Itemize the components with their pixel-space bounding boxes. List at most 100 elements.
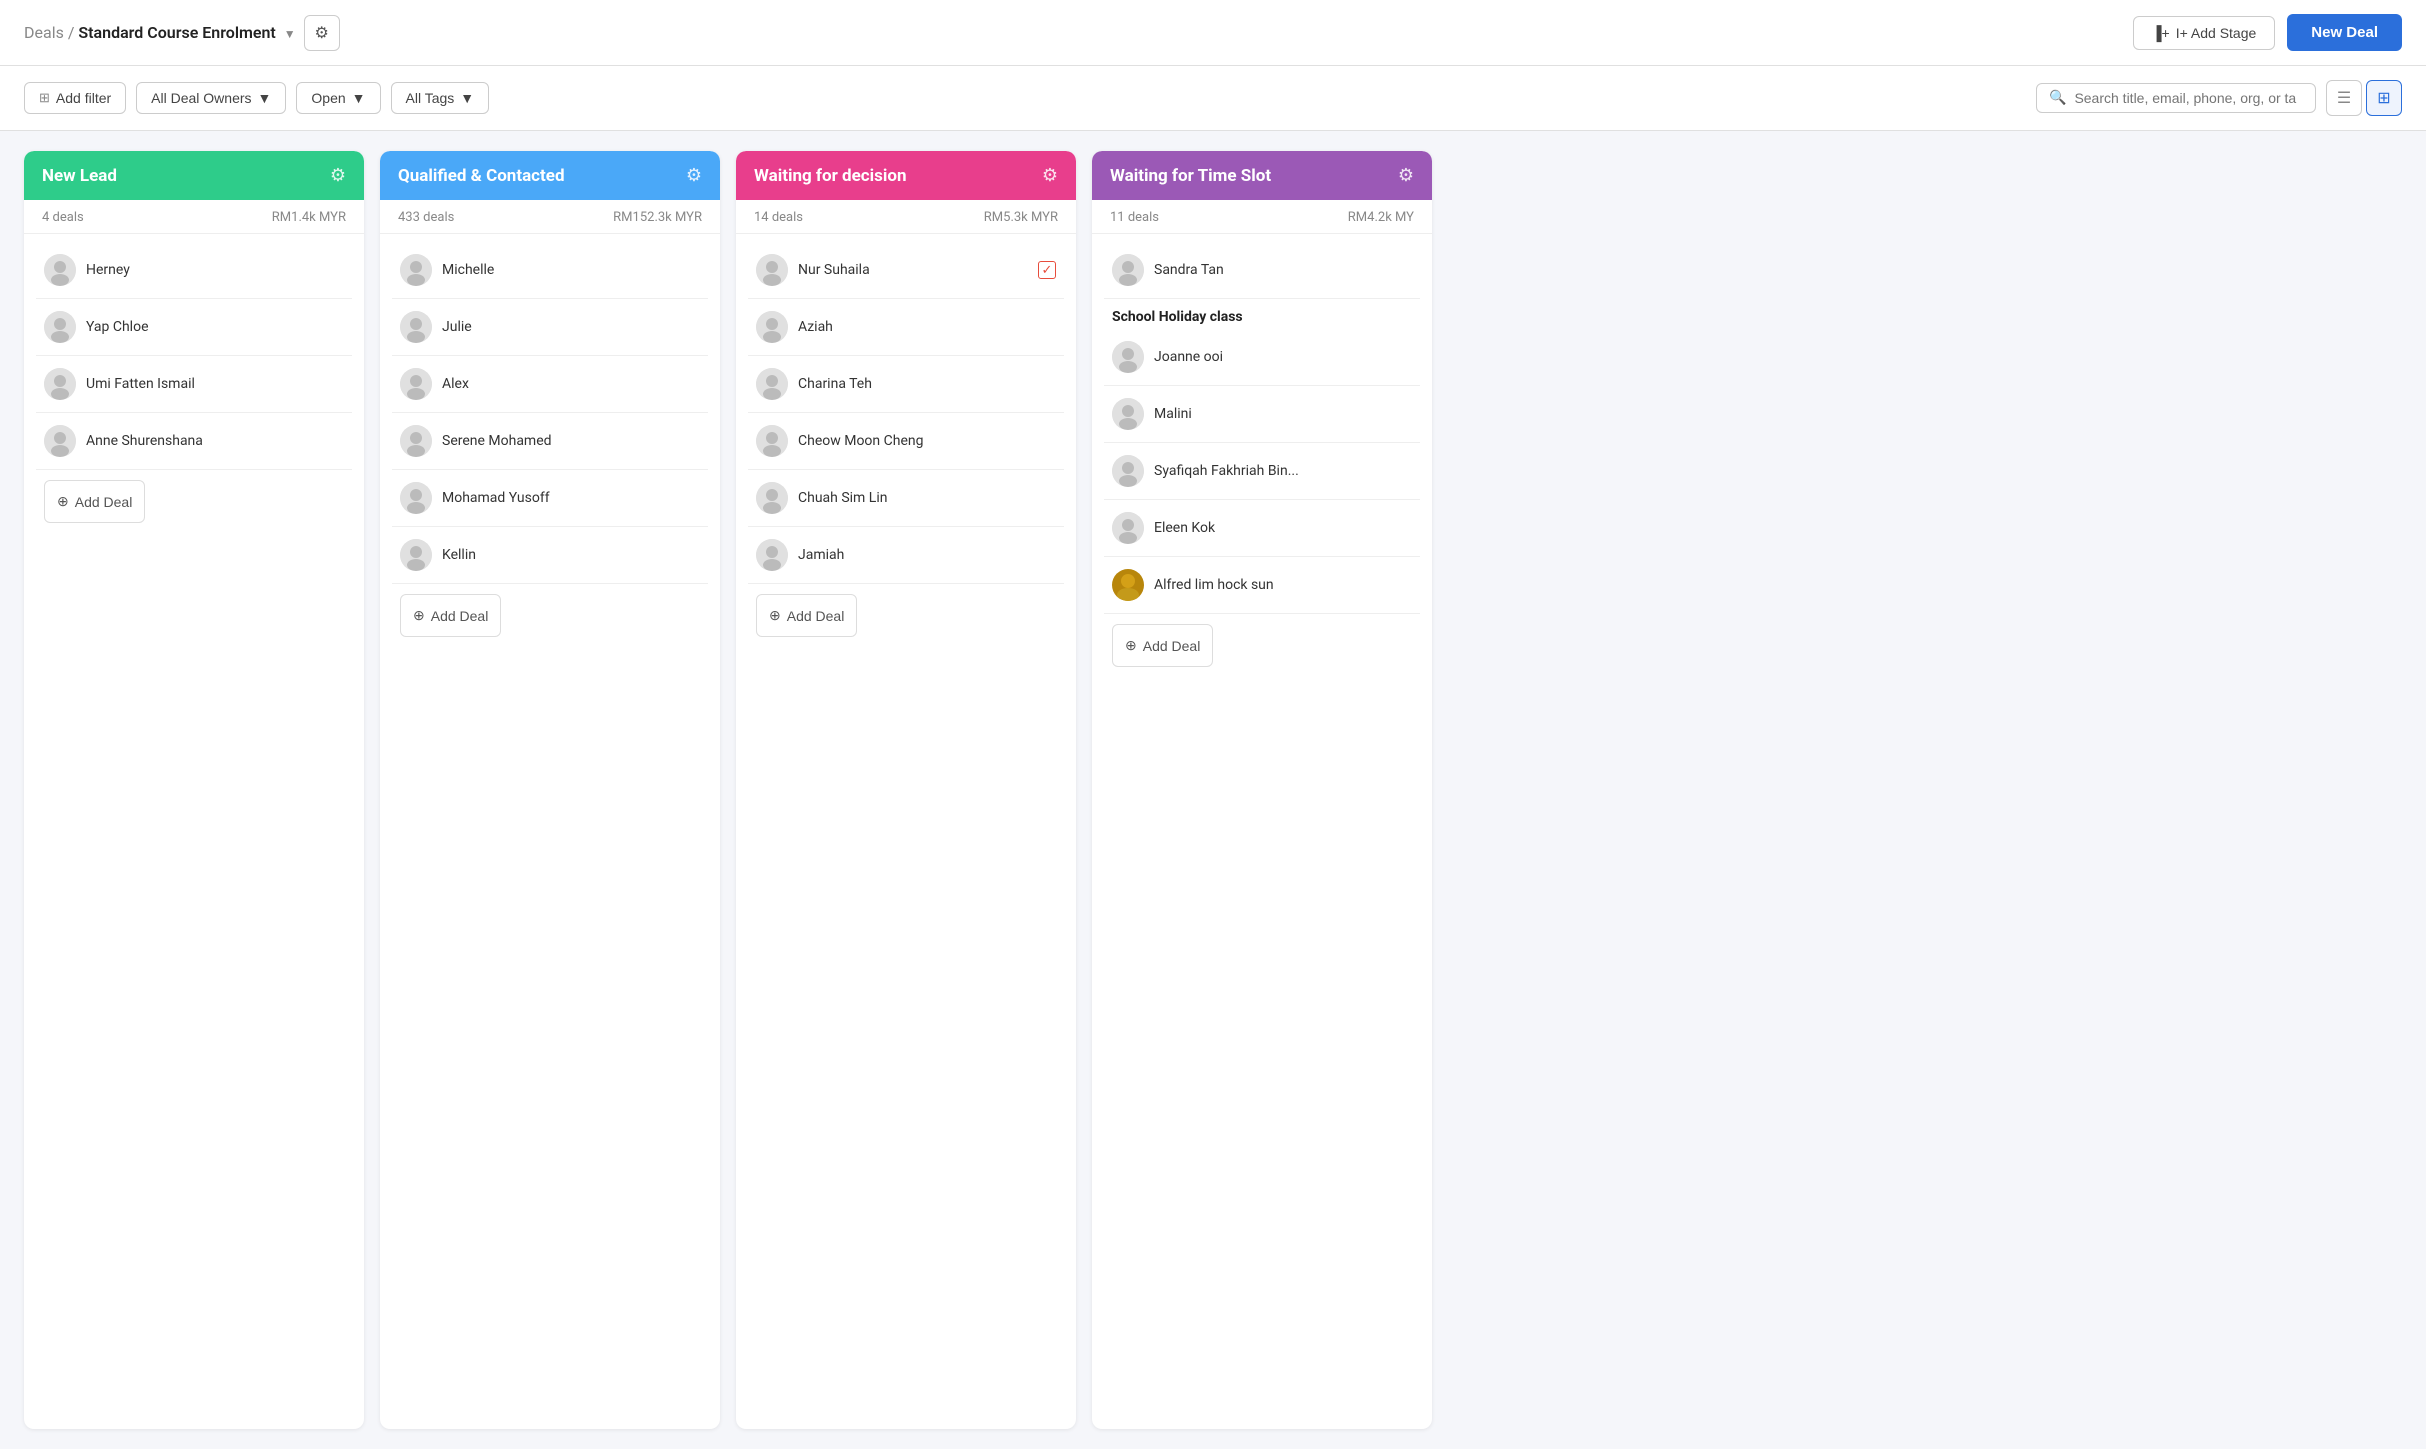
deal-name: Yap Chloe <box>86 319 344 335</box>
avatar <box>400 254 432 286</box>
deal-name: Charina Teh <box>798 376 1056 392</box>
new-deal-button[interactable]: New Deal <box>2287 14 2402 51</box>
avatar <box>44 425 76 457</box>
top-bar: Deals / Standard Course Enrolment ▼ ⚙ ▐+… <box>0 0 2426 66</box>
column-title: New Lead <box>42 166 117 186</box>
deal-card[interactable]: Alfred lim hock sun <box>1104 557 1420 614</box>
add-deal-button[interactable]: ⊕ Add Deal <box>44 480 145 523</box>
deal-card[interactable]: Joanne ooi <box>1104 329 1420 386</box>
avatar <box>756 482 788 514</box>
column-gear-icon[interactable]: ⚙ <box>1398 165 1414 186</box>
avatar <box>400 539 432 571</box>
view-toggle: ☰ ⊞ <box>2326 80 2402 116</box>
column-body-qualified-contacted: Michelle Julie Alex Serene Mohamed Mohamad Y… <box>380 234 720 1429</box>
breadcrumb-area: Deals / Standard Course Enrolment ▼ ⚙ <box>24 15 340 51</box>
column-stats-waiting-decision: 14 deals RM5.3k MYR <box>736 200 1076 234</box>
avatar <box>1112 569 1144 601</box>
status-dropdown-icon: ▼ <box>352 90 366 106</box>
add-deal-button[interactable]: ⊕ Add Deal <box>1112 624 1213 667</box>
deal-card[interactable]: Serene Mohamed <box>392 413 708 470</box>
add-deal-icon: ⊕ <box>57 493 69 510</box>
column-body-waiting-decision: Nur Suhaila✓ Aziah Charina Teh Cheow Moon C… <box>736 234 1076 1429</box>
column-gear-icon[interactable]: ⚙ <box>1042 165 1058 186</box>
avatar <box>44 368 76 400</box>
deal-name: Cheow Moon Cheng <box>798 433 1056 449</box>
avatar <box>400 311 432 343</box>
add-deal-button[interactable]: ⊕ Add Deal <box>756 594 857 637</box>
add-filter-button[interactable]: ⊞ Add filter <box>24 82 126 114</box>
deal-card[interactable]: Cheow Moon Cheng <box>748 413 1064 470</box>
add-stage-icon: ▐+ <box>2152 25 2170 41</box>
column-stats-new-lead: 4 deals RM1.4k MYR <box>24 200 364 234</box>
deal-name: Malini <box>1154 406 1412 422</box>
avatar <box>1112 455 1144 487</box>
deal-name: Jamiah <box>798 547 1056 563</box>
deal-name: Serene Mohamed <box>442 433 700 449</box>
deal-card[interactable]: Kellin <box>392 527 708 584</box>
deals-count: 14 deals <box>754 210 803 225</box>
deal-card[interactable]: Syafiqah Fakhriah Bin... <box>1104 443 1420 500</box>
board: New Lead ⚙ 4 deals RM1.4k MYR Herney Yap … <box>0 131 2426 1449</box>
deal-card[interactable]: Herney <box>36 242 352 299</box>
avatar <box>1112 341 1144 373</box>
deal-name: Anne Shurenshana <box>86 433 344 449</box>
deal-card[interactable]: Chuah Sim Lin <box>748 470 1064 527</box>
breadcrumb-prefix: Deals <box>24 23 64 42</box>
filter-icon: ⊞ <box>39 90 50 106</box>
deal-card[interactable]: Umi Fatten Ismail <box>36 356 352 413</box>
search-icon: 🔍 <box>2049 90 2066 106</box>
deal-card[interactable]: Julie <box>392 299 708 356</box>
column-stats-qualified-contacted: 433 deals RM152.3k MYR <box>380 200 720 234</box>
deal-card[interactable]: Aziah <box>748 299 1064 356</box>
avatar <box>400 368 432 400</box>
column-gear-icon[interactable]: ⚙ <box>330 165 346 186</box>
deal-card[interactable]: Sandra Tan <box>1104 242 1420 299</box>
search-box: 🔍 <box>2036 83 2316 113</box>
deal-name: Alfred lim hock sun <box>1154 577 1412 593</box>
add-deal-icon: ⊕ <box>413 607 425 624</box>
breadcrumb-title[interactable]: Standard Course Enrolment <box>78 23 275 42</box>
deal-name: Chuah Sim Lin <box>798 490 1056 506</box>
add-stage-label: I+ Add Stage <box>2176 25 2257 41</box>
avatar <box>756 368 788 400</box>
deal-name: Kellin <box>442 547 700 563</box>
column-header-qualified-contacted: Qualified & Contacted ⚙ <box>380 151 720 200</box>
search-input[interactable] <box>2074 90 2303 106</box>
deal-card[interactable]: Anne Shurenshana <box>36 413 352 470</box>
status-filter[interactable]: Open ▼ <box>296 82 380 114</box>
deal-card[interactable]: Alex <box>392 356 708 413</box>
deal-card[interactable]: Mohamad Yusoff <box>392 470 708 527</box>
column-header-new-lead: New Lead ⚙ <box>24 151 364 200</box>
tags-filter[interactable]: All Tags ▼ <box>391 82 490 114</box>
owner-filter-label: All Deal Owners <box>151 90 251 106</box>
deals-value: RM152.3k MYR <box>613 210 702 225</box>
breadcrumb: Deals / Standard Course Enrolment ▼ <box>24 23 296 42</box>
deal-owners-filter[interactable]: All Deal Owners ▼ <box>136 82 286 114</box>
column-qualified-contacted: Qualified & Contacted ⚙ 433 deals RM152.… <box>380 151 720 1429</box>
settings-button[interactable]: ⚙ <box>304 15 340 51</box>
deal-checkbox[interactable]: ✓ <box>1038 261 1056 279</box>
deal-name: Michelle <box>442 262 700 278</box>
deal-card[interactable]: Charina Teh <box>748 356 1064 413</box>
deal-card[interactable]: Nur Suhaila✓ <box>748 242 1064 299</box>
breadcrumb-dropdown-icon[interactable]: ▼ <box>284 27 296 41</box>
column-body-waiting-time-slot: Sandra TanSchool Holiday classJoanne ooi… <box>1092 234 1432 1429</box>
add-stage-button[interactable]: ▐+ I+ Add Stage <box>2133 16 2276 50</box>
add-deal-button[interactable]: ⊕ Add Deal <box>400 594 501 637</box>
filter-bar: ⊞ Add filter All Deal Owners ▼ Open ▼ Al… <box>0 66 2426 131</box>
avatar <box>1112 254 1144 286</box>
deal-card[interactable]: Yap Chloe <box>36 299 352 356</box>
status-filter-label: Open <box>311 90 345 106</box>
deal-card[interactable]: Jamiah <box>748 527 1064 584</box>
deal-name: Aziah <box>798 319 1056 335</box>
deal-card[interactable]: Eleen Kok <box>1104 500 1420 557</box>
deal-card[interactable]: Michelle <box>392 242 708 299</box>
avatar <box>756 539 788 571</box>
board-view-button[interactable]: ⊞ <box>2366 80 2402 116</box>
deal-name: Alex <box>442 376 700 392</box>
column-gear-icon[interactable]: ⚙ <box>686 165 702 186</box>
deal-card[interactable]: Malini <box>1104 386 1420 443</box>
column-title: Waiting for Time Slot <box>1110 166 1271 186</box>
list-view-button[interactable]: ☰ <box>2326 80 2362 116</box>
add-filter-label: Add filter <box>56 90 111 106</box>
